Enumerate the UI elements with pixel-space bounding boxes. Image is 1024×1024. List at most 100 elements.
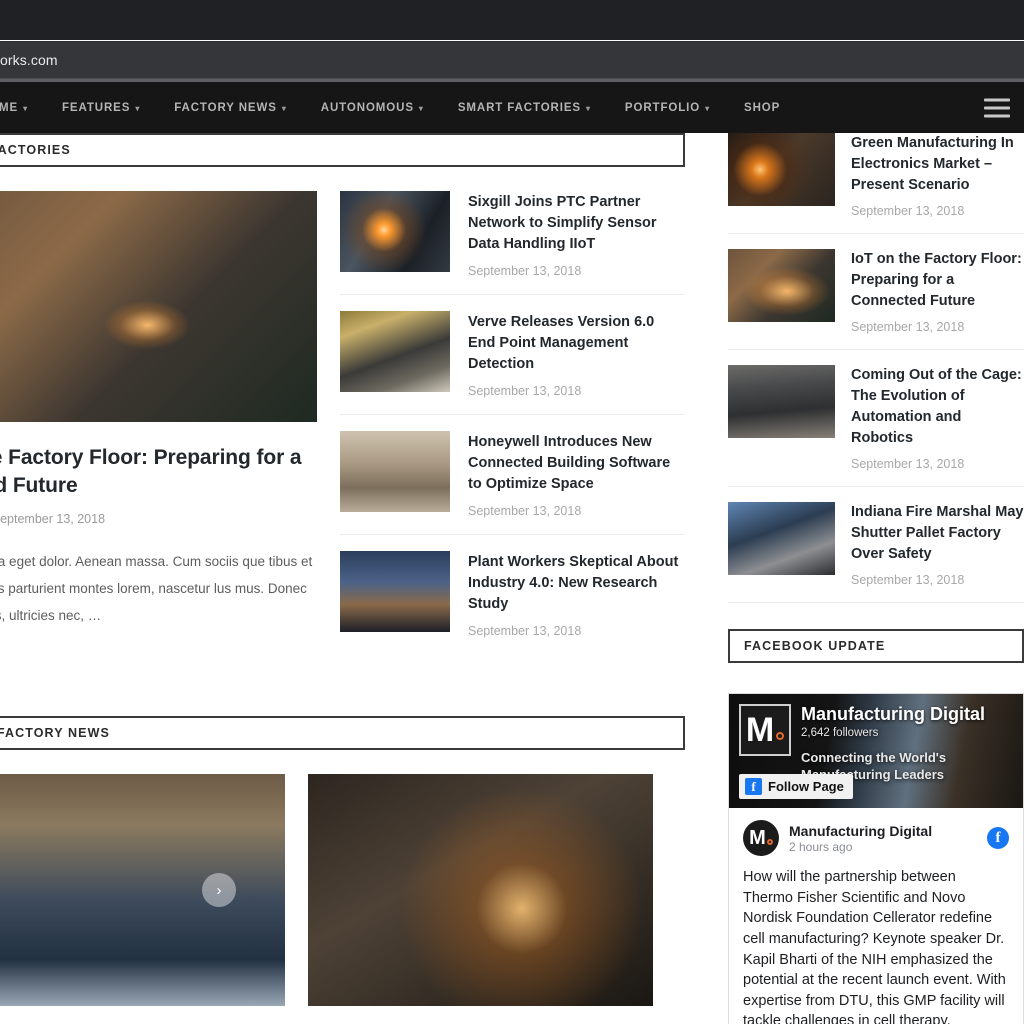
nav-items: ME ▾ FEATURES ▾ FACTORY NEWS ▾ AUTONOMOU… <box>0 82 797 133</box>
sidebar-post-title[interactable]: Green Manufacturing In Electronics Marke… <box>851 133 1024 196</box>
sidebar-post-text: Green Manufacturing In Electronics Marke… <box>851 133 1024 218</box>
sidebar-post-thumbnail[interactable] <box>728 249 835 323</box>
sidebar-post-thumbnail[interactable] <box>728 502 835 576</box>
nav-item-label: PORTFOLIO <box>624 101 701 114</box>
chevron-down-icon: ▾ <box>23 103 28 113</box>
list-item-title[interactable]: Sixgill Joins PTC Partner Network to Sim… <box>468 192 685 255</box>
list-item-date: September 13, 2018 <box>468 264 582 279</box>
nav-item-label: AUTONOMOUS <box>320 101 414 114</box>
featured-article-meta: o024 | September 13, 2018 <box>0 512 317 526</box>
section-title: FACEBOOK UPDATE <box>744 639 886 654</box>
sidebar-post-title[interactable]: Indiana Fire Marshal May Shutter Pallet … <box>851 502 1024 565</box>
nav-item-factory-news[interactable]: FACTORY NEWS ▾ <box>157 82 304 133</box>
hamburger-bar <box>984 114 1010 117</box>
section-header-facebook-update: FACEBOOK UPDATE <box>728 629 1024 664</box>
sidebar-post-text: Indiana Fire Marshal May Shutter Pallet … <box>851 502 1024 587</box>
hamburger-bar <box>984 106 1010 109</box>
sidebar-post-text: IoT on the Factory Floor: Preparing for … <box>851 249 1024 334</box>
hamburger-bar <box>984 98 1010 101</box>
chevron-down-icon: ▾ <box>586 103 591 113</box>
facebook-cover[interactable]: M Manufacturing Digital 2,642 followers … <box>729 694 1023 809</box>
chevron-down-icon: ▾ <box>135 103 141 113</box>
address-bar-url[interactable]: orks.com <box>0 52 58 68</box>
nav-item-label: SHOP <box>744 101 781 114</box>
browser-address-bar[interactable]: orks.com <box>0 41 1024 79</box>
sidebar-post-date: September 13, 2018 <box>851 204 965 219</box>
nav-item-portfolio[interactable]: PORTFOLIO ▾ <box>608 82 727 133</box>
sidebar-post[interactable]: IoT on the Factory Floor: Preparing for … <box>728 234 1024 351</box>
nav-item-shop[interactable]: SHOP <box>727 82 797 133</box>
nav-item-smart-factories[interactable]: SMART FACTORIES ▾ <box>441 82 608 133</box>
hamburger-icon[interactable] <box>984 98 1010 117</box>
nav-item-home[interactable]: ME ▾ <box>0 82 45 133</box>
carousel-next-button[interactable]: › <box>202 873 236 908</box>
sidebar-post-date: September 13, 2018 <box>851 573 965 588</box>
chevron-right-icon: › <box>216 881 222 899</box>
list-item-date: September 13, 2018 <box>468 504 582 519</box>
sidebar-post-date: September 13, 2018 <box>851 320 965 335</box>
list-item-thumbnail[interactable] <box>340 191 450 272</box>
chevron-down-icon: ▾ <box>418 103 424 113</box>
list-item-title[interactable]: Honeywell Introduces New Connected Build… <box>468 432 685 495</box>
featured-article[interactable]: on the Factory Floor: Preparing for a ne… <box>0 191 317 654</box>
list-item-title[interactable]: Verve Releases Version 6.0 End Point Man… <box>468 312 685 375</box>
avatar[interactable]: M <box>743 820 779 857</box>
list-item-thumbnail[interactable] <box>340 551 450 633</box>
nav-item-features[interactable]: FEATURES ▾ <box>45 82 157 133</box>
list-item-title[interactable]: Plant Workers Skeptical About Industry 4… <box>468 552 685 615</box>
list-item[interactable]: Honeywell Introduces New Connected Build… <box>340 415 685 536</box>
facebook-page-logo: M <box>739 704 791 757</box>
facebook-post-author[interactable]: Manufacturing Digital <box>789 823 932 839</box>
logo-dot-icon <box>766 838 773 845</box>
list-item[interactable]: Verve Releases Version 6.0 End Point Man… <box>340 295 685 416</box>
list-item-text: Honeywell Introduces New Connected Build… <box>468 431 685 518</box>
facebook-post-time: 2 hours ago <box>789 839 853 854</box>
facebook-icon[interactable]: f <box>987 827 1009 850</box>
news-card-image[interactable] <box>308 774 653 1007</box>
main-column: ART FACTORIES on the Factory Floor: Prep… <box>0 133 685 1024</box>
nav-item-label: ME <box>0 101 19 114</box>
list-item-text: Sixgill Joins PTC Partner Network to Sim… <box>468 191 685 278</box>
list-item[interactable]: Sixgill Joins PTC Partner Network to Sim… <box>340 191 685 296</box>
sidebar-post-title[interactable]: IoT on the Factory Floor: Preparing for … <box>851 249 1024 312</box>
latest-factory-news-section: TEST FACTORY NEWS homous nan-Technology … <box>0 716 685 1024</box>
list-item-date: September 13, 2018 <box>468 624 582 639</box>
facebook-f-icon: f <box>745 778 762 796</box>
sidebar-post[interactable]: Green Manufacturing In Electronics Marke… <box>728 133 1024 235</box>
logo-dot-icon <box>776 732 785 741</box>
sidebar-post[interactable]: Coming Out of the Cage: The Evolution of… <box>728 350 1024 488</box>
facebook-widget: FACEBOOK UPDATE M Manufacturing Digital … <box>728 629 1024 1024</box>
featured-article-title[interactable]: on the Factory Floor: Preparing for a ne… <box>0 444 317 500</box>
follow-page-button[interactable]: f Follow Page <box>739 774 853 800</box>
list-item-thumbnail[interactable] <box>340 431 450 513</box>
featured-article-excerpt: nodo ligula eget dolor. Aenean massa. Cu… <box>0 553 313 623</box>
site-navigation: ME ▾ FEATURES ▾ FACTORY NEWS ▾ AUTONOMOU… <box>0 82 1024 133</box>
news-card-image[interactable] <box>0 774 285 1007</box>
facebook-post-header: M Manufacturing Digital 2 hours ago f <box>743 820 1009 857</box>
facebook-post: M Manufacturing Digital 2 hours ago f Ho… <box>729 808 1023 1024</box>
sidebar-post-title[interactable]: Coming Out of the Cage: The Evolution of… <box>851 365 1024 449</box>
nav-item-label: SMART FACTORIES <box>457 101 581 114</box>
featured-article-image[interactable] <box>0 191 317 422</box>
featured-article-date: September 13, 2018 <box>0 511 106 526</box>
facebook-page-name[interactable]: Manufacturing Digital <box>801 704 985 725</box>
list-item-text: Plant Workers Skeptical About Industry 4… <box>468 551 685 638</box>
section-title: ART FACTORIES <box>0 143 71 157</box>
list-item-thumbnail[interactable] <box>340 311 450 393</box>
chevron-down-icon: ▾ <box>281 103 287 113</box>
news-card[interactable]: Green Energy Green Manufacturing In Elec… <box>308 774 653 1024</box>
facebook-post-body: How will the partnership between Thermo … <box>743 869 1006 1024</box>
facebook-logo-letter: M <box>745 711 775 750</box>
section-title: TEST FACTORY NEWS <box>0 726 110 741</box>
list-item[interactable]: Plant Workers Skeptical About Industry 4… <box>340 535 685 654</box>
sidebar-post-thumbnail[interactable] <box>728 365 835 439</box>
news-card[interactable]: homous nan-Technology Symbiosis: Changin… <box>0 774 285 1024</box>
nav-item-autonomous[interactable]: AUTONOMOUS ▾ <box>304 82 441 133</box>
facebook-follower-count: 2,642 followers <box>801 727 879 740</box>
nav-item-label: FACTORY NEWS <box>174 101 277 114</box>
list-item-text: Verve Releases Version 6.0 End Point Man… <box>468 311 685 398</box>
sidebar-post[interactable]: Indiana Fire Marshal May Shutter Pallet … <box>728 487 1024 604</box>
sidebar-post-date: September 13, 2018 <box>851 457 965 472</box>
avatar-letter: M <box>749 826 766 849</box>
sidebar-post-thumbnail[interactable] <box>728 133 835 206</box>
